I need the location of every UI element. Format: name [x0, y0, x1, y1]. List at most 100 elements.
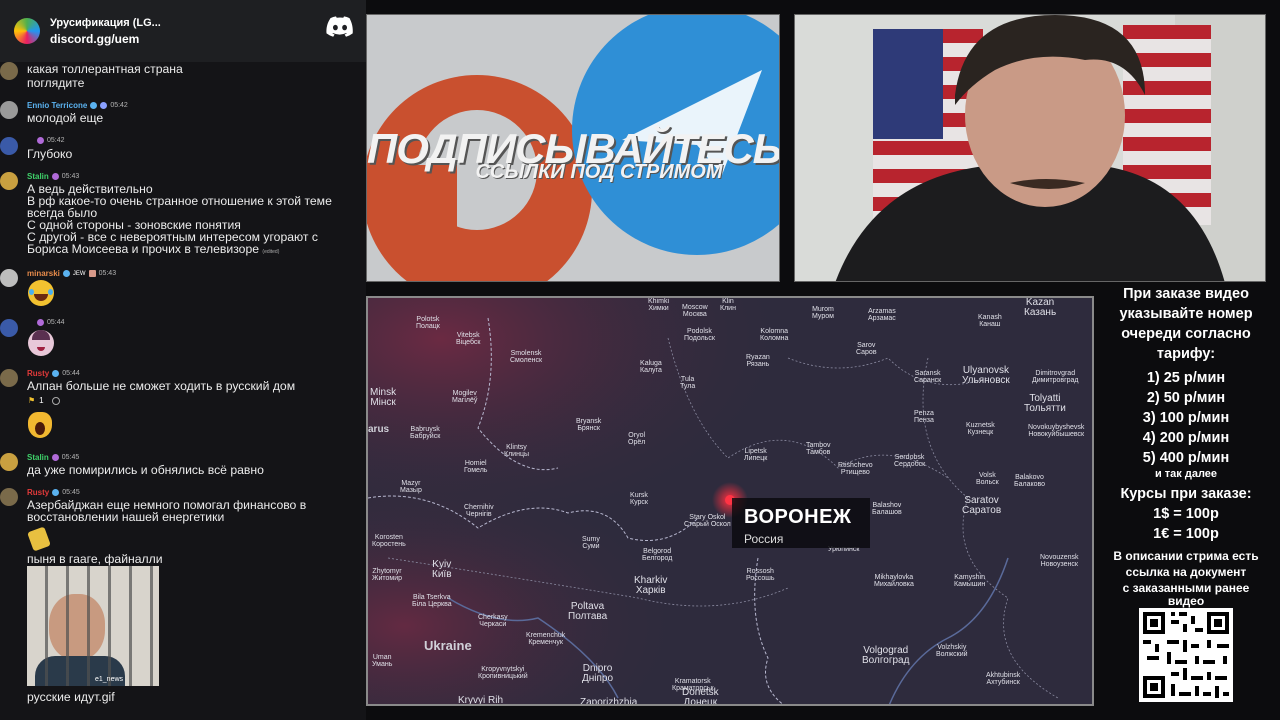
map-city: Kuznetsk Кузнецк	[966, 422, 995, 436]
server-icon[interactable]	[14, 18, 40, 44]
map-city: Kaluga Калуга	[640, 360, 662, 374]
order-info-panel: При заказе видео указывайте номер очеред…	[1100, 284, 1272, 720]
author-name[interactable]: Stalin	[27, 172, 49, 181]
timestamp: 05:43	[98, 270, 117, 277]
map-city: Penza Пенза	[914, 410, 934, 424]
message-line: Бориса Моисеева и прочих в телевизоре (e…	[27, 243, 279, 258]
add-reaction-icon[interactable]	[51, 396, 60, 405]
map-city: Balashov Балашов	[872, 502, 902, 516]
map-city: Murom Муром	[812, 306, 834, 320]
map-city: Kropyvnytskyi Кропивницький	[478, 666, 528, 680]
author-name[interactable]: Stalin	[27, 453, 49, 462]
map-city: Bryansk Брянск	[576, 418, 602, 432]
badge-icon	[37, 137, 44, 144]
badge-icon	[37, 319, 44, 326]
badge-icon	[62, 270, 70, 277]
avatar[interactable]	[0, 101, 18, 119]
description-line: видео	[1167, 594, 1205, 608]
author-line: Stalin 05:43	[27, 172, 79, 181]
map-city: Korosten Коростень	[372, 534, 406, 548]
map-city: Dnipro Дніпро	[582, 663, 614, 684]
webcam-feed	[794, 14, 1266, 282]
avatar[interactable]	[0, 319, 18, 337]
map-city: Mikhaylovka Михайловка	[874, 574, 914, 588]
discord-logo-icon[interactable]	[326, 16, 354, 38]
description-line: ссылка на документ	[1125, 565, 1247, 579]
author-line: Rusty 05:45	[27, 488, 80, 497]
message-line: молодой еще	[27, 111, 104, 125]
badge-icon	[90, 102, 98, 109]
message-line: да уже помирились и обнялись всё равно	[27, 463, 264, 477]
reaction[interactable]: ⚑ 1	[28, 395, 60, 406]
map-city: Kremenchuk Кременчук	[526, 632, 566, 646]
author-name[interactable]: Rusty	[27, 369, 49, 378]
badge-icon	[52, 489, 60, 496]
tariff-line: 1) 25 р/мин	[1146, 370, 1226, 386]
rate-line: 1€ = 100р	[1153, 526, 1219, 542]
avatar[interactable]	[0, 62, 18, 80]
gif-image[interactable]: e1_news	[27, 566, 159, 686]
map-city: Sarov Саров	[856, 342, 877, 356]
server-invite[interactable]: discord.gg/uem	[50, 32, 161, 46]
map-city: Moscow Москва	[682, 304, 708, 318]
map-city: Kamyshin Камышин	[954, 574, 986, 588]
badge-icon	[88, 270, 96, 277]
map-city: Mogilev Магілёў	[452, 390, 478, 404]
map-city: Belgorod Белгород	[642, 548, 673, 562]
map-city: Zaporizhzhia	[580, 697, 638, 706]
chat-panel: Урусификация (LG... discord.gg/uem какая…	[0, 0, 366, 720]
map-city: Lipetsk Липецк	[744, 448, 768, 462]
map-city: Uman Умань	[372, 654, 393, 668]
author-name[interactable]: Ennio Terricone	[27, 101, 87, 110]
avatar[interactable]	[0, 369, 18, 387]
badge-icon	[51, 173, 59, 180]
map-city: Ryazan Рязань	[746, 354, 770, 368]
map-city: Dimitrovgrad Димитровград	[1032, 370, 1079, 384]
map-city: Zhytomyr Житомир	[372, 568, 403, 582]
map-city: Kursk Курск	[630, 492, 648, 506]
avatar[interactable]	[0, 453, 18, 471]
map-city: Rtishchevo Ртищево	[838, 462, 873, 476]
server-text: Урусификация (LG... discord.gg/uem	[50, 17, 161, 46]
author-line: Rusty 05:44	[27, 369, 80, 378]
server-bar[interactable]: Урусификация (LG... discord.gg/uem	[0, 0, 366, 62]
map-city: Mazyr Мазыр	[400, 480, 422, 494]
map-city: Novouzensk Новоузенск	[1040, 554, 1079, 568]
map-city: Donetsk Донецк	[682, 687, 719, 706]
author-name[interactable]: minarski	[27, 269, 60, 278]
avatar[interactable]	[0, 172, 18, 190]
avatar[interactable]	[0, 137, 18, 155]
map-city: Tula Тула	[680, 376, 696, 390]
edited-tag: (edited)	[262, 249, 280, 255]
map-city: Saransk Саранск	[914, 370, 942, 384]
map-city: Saratov Саратов	[962, 495, 1002, 516]
sticker-icon	[27, 526, 51, 552]
badge-icon	[52, 370, 60, 377]
map-city: Cherkasy Черкаси	[478, 614, 508, 628]
timestamp: 05:42	[110, 102, 128, 109]
message-line: пыня в гааге, файналли	[27, 552, 163, 566]
author-line: minarski JEW 05:43	[27, 269, 116, 278]
timestamp: 05:42	[47, 137, 65, 144]
map-city: Kharkiv Харків	[634, 575, 668, 596]
map-city: Klintsy Клинцы	[504, 444, 529, 458]
avatar[interactable]	[0, 488, 18, 506]
tariff-line: 5) 400 р/мин	[1142, 450, 1230, 466]
map-city: Balakovo Балаково	[1014, 474, 1046, 488]
screaming-emoji-icon	[28, 412, 52, 438]
badge-icon	[100, 102, 108, 109]
author-line: 05:42	[27, 137, 65, 144]
avatar[interactable]	[0, 269, 18, 287]
author-name[interactable]: Rusty	[27, 488, 49, 497]
map-city: Kyiv Київ	[432, 559, 452, 580]
map-country-label: arus	[368, 424, 390, 435]
map-city: Volzhskiy Волжский	[936, 644, 968, 658]
tariff-etc: и так далее	[1154, 468, 1218, 480]
map-city: Ulyanovsk Ульяновск	[962, 365, 1010, 386]
map-city: Kazan Казань	[1024, 297, 1057, 318]
gif-watermark: e1_news	[95, 676, 124, 683]
message-line: поглядите	[27, 76, 85, 90]
map-city: Kolomna Коломна	[760, 328, 789, 342]
tariff-line: 4) 200 р/мин	[1142, 430, 1230, 446]
sticker-icon	[28, 330, 54, 356]
